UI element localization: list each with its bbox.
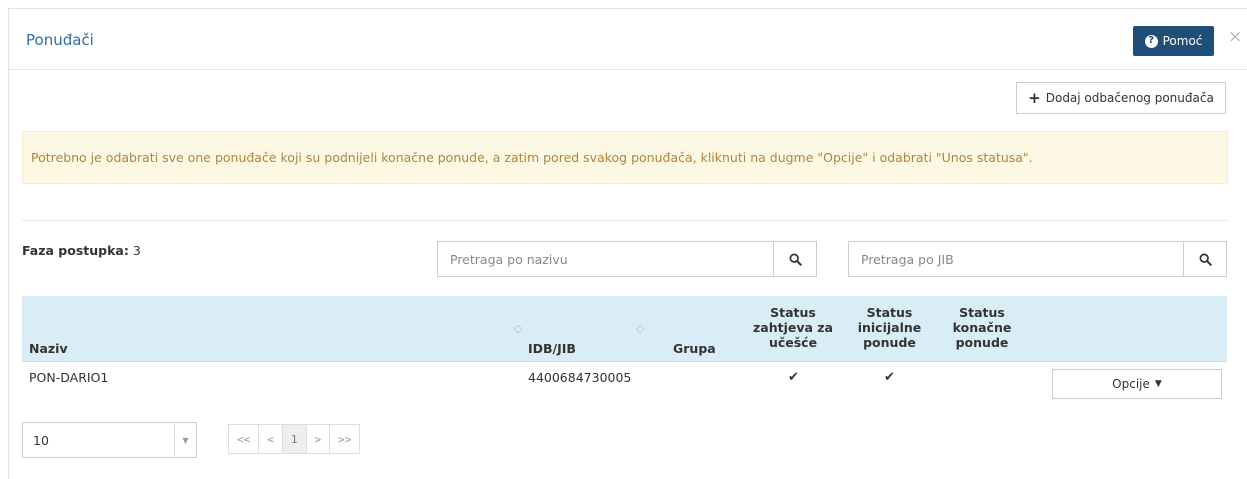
header-line: konačne	[952, 320, 1012, 335]
info-alert: Potrebno je odabrati sve one ponuđače ko…	[22, 131, 1228, 184]
search-jib-input[interactable]	[849, 242, 1183, 276]
close-icon[interactable]: ×	[1228, 29, 1242, 46]
header-line: ponude	[955, 335, 1009, 350]
header-line: inicijalne	[857, 320, 922, 335]
header-line: ponude	[863, 335, 916, 350]
column-header-grupa[interactable]: Grupa	[673, 341, 716, 356]
phase-label: Faza postupka:	[22, 243, 129, 258]
header-line: Status	[959, 305, 1005, 320]
search-by-jib	[848, 241, 1227, 277]
divider	[22, 220, 1228, 221]
phase-info: Faza postupka: 3	[22, 243, 141, 258]
options-label: Opcije	[1112, 377, 1150, 391]
question-circle-icon: ?	[1144, 34, 1158, 48]
column-header-status-ucesce[interactable]: Status zahtjeva za učešće	[752, 305, 834, 350]
modal-header: Ponuđači ? Pomoć ×	[9, 9, 1247, 70]
header-line: zahtjeva za	[753, 320, 833, 335]
search-icon	[1199, 253, 1212, 266]
column-header-status-inicijalne[interactable]: Status inicijalne ponude	[852, 305, 927, 350]
page-title: Ponuđači	[26, 31, 94, 49]
search-name-button[interactable]	[773, 242, 816, 276]
search-icon	[789, 253, 802, 266]
sort-icon[interactable]: ◇	[636, 322, 644, 335]
search-name-input[interactable]	[438, 242, 773, 276]
page-prev-button[interactable]: <	[258, 424, 283, 454]
check-icon: ✔	[788, 370, 799, 385]
sort-icon[interactable]: ◇	[514, 322, 522, 335]
plus-icon: +	[1028, 88, 1041, 107]
page-last-button[interactable]: >>	[329, 424, 361, 454]
cell-naziv: PON-DARIO1	[29, 370, 109, 385]
phase-value: 3	[132, 243, 141, 258]
page-size-select[interactable]: 10 ▼	[22, 422, 197, 458]
cell-idb-jib: 4400684730005	[528, 370, 632, 385]
help-button[interactable]: ? Pomoć	[1133, 26, 1214, 56]
pagination: << < 1 > >>	[228, 424, 361, 454]
table-row: PON-DARIO1 4400684730005 ✔ ✔	[22, 363, 1227, 403]
page-size-value: 10	[33, 432, 49, 448]
table-header: Naziv ◇ IDB/JIB ◇ Grupa Status zahtjeva …	[22, 296, 1227, 362]
alert-text: Potrebno je odabrati sve one ponuđače ko…	[31, 150, 1033, 165]
page-first-button[interactable]: <<	[228, 424, 260, 454]
check-icon: ✔	[884, 370, 895, 385]
chevron-down-icon: ▼	[174, 423, 196, 457]
page-next-button[interactable]: >	[305, 424, 331, 454]
header-line: Status	[866, 305, 913, 320]
help-button-label: Pomoć	[1162, 34, 1203, 48]
options-dropdown-button[interactable]: Opcije ▼	[1052, 369, 1222, 399]
add-button-label: Dodaj odbačenog ponuđača	[1045, 91, 1214, 105]
caret-down-icon: ▼	[1154, 379, 1162, 389]
search-by-name	[437, 241, 817, 277]
page-current-button[interactable]: 1	[281, 424, 307, 454]
add-rejected-bidder-button[interactable]: + Dodaj odbačenog ponuđača	[1016, 82, 1226, 114]
header-line: Status	[770, 305, 816, 320]
header-line: učešće	[768, 335, 818, 350]
column-header-naziv[interactable]: Naziv	[29, 341, 68, 356]
column-header-status-konacne[interactable]: Status konačne ponude	[947, 305, 1017, 350]
search-jib-button[interactable]	[1183, 242, 1226, 276]
column-header-idb-jib[interactable]: IDB/JIB	[528, 341, 576, 356]
